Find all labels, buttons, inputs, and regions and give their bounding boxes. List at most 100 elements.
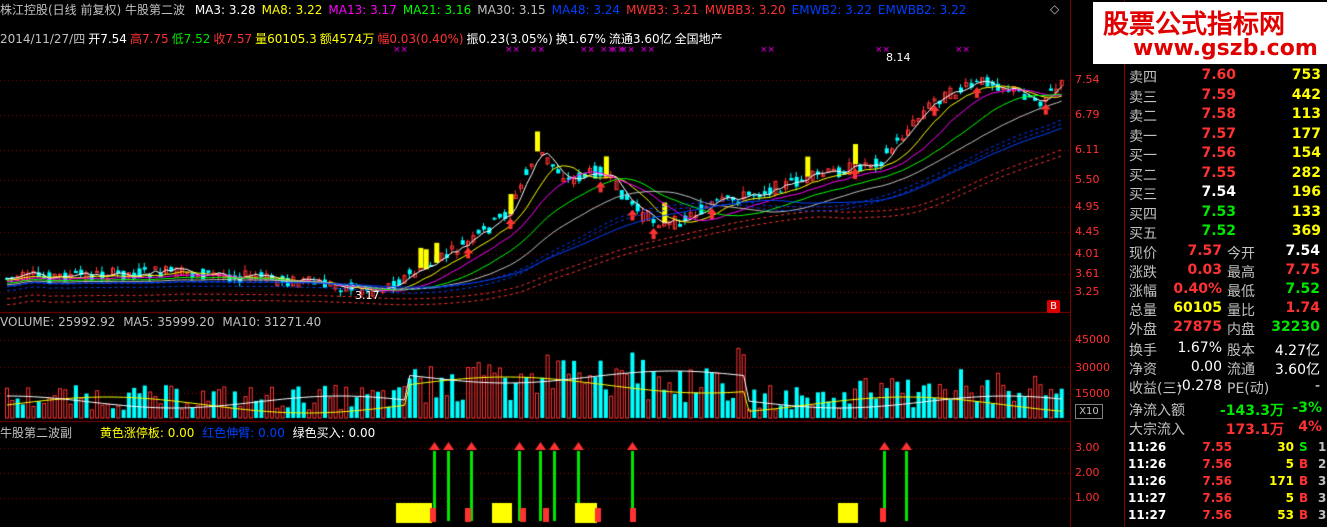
indicator-green: 绿色买入: 0.00 [292, 426, 376, 440]
trade-time: 11:26 [1128, 440, 1167, 454]
quote-turnover: 换1.67% [555, 32, 606, 46]
trade-price: 7.56 [1202, 491, 1232, 505]
flow-row: 大宗流入 173.1万 4% [1124, 419, 1327, 438]
stat-row: 外盘 27875 内盘 32230 [1124, 319, 1327, 338]
flow-value: 173.1万 [1225, 422, 1284, 438]
ask-price: 7.59 [1201, 86, 1236, 103]
flow-percent: -3% [1292, 400, 1322, 416]
stat-label: 今开 [1227, 246, 1255, 262]
ma-label-9: EMWBB2: 3.22 [877, 3, 967, 17]
info-label: 股本 [1227, 343, 1255, 359]
bid-price: 7.54 [1201, 184, 1236, 200]
flow-value: -143.3万 [1219, 403, 1284, 419]
ask-volume: 177 [1291, 125, 1321, 142]
trade-price: 7.56 [1202, 474, 1232, 488]
chart-divider [1070, 0, 1071, 527]
info-value: 3.60亿 [1274, 362, 1320, 378]
info-label: 换手 [1129, 343, 1157, 359]
quote-sector: 全国地产 [674, 32, 723, 46]
trade-volume: 5 [1285, 491, 1294, 505]
indicator-name: 牛股第二波副 [0, 426, 73, 440]
trade-row: 11:26 7.55 30 S 1 [1124, 440, 1327, 457]
ma-label-3: MA21: 3.16 [402, 3, 472, 17]
ask-price: 7.60 [1201, 67, 1236, 83]
quote-low: 低7.52 [171, 32, 211, 46]
stat-value: 27875 [1173, 319, 1222, 335]
volume-legend: VOLUME: 25992.92 MA5: 35999.20 MA10: 312… [0, 315, 321, 329]
stat-value: 7.54 [1285, 243, 1320, 259]
ma-label-4: MA30: 3.15 [477, 3, 546, 17]
trade-price: 7.55 [1202, 440, 1232, 454]
ask-row[interactable]: 卖一 7.57 177 [1124, 126, 1327, 145]
kline-chart[interactable] [0, 0, 1070, 527]
bid-row[interactable]: 买四 7.53 133 [1124, 204, 1327, 223]
info-value: 1.67% [1177, 340, 1222, 356]
trade-count: 3 [1318, 508, 1327, 522]
bid-row[interactable]: 买一 7.56 154 [1124, 145, 1327, 164]
trade-time: 11:26 [1128, 474, 1167, 488]
bid-row[interactable]: 买五 7.52 369 [1124, 223, 1327, 242]
ask-volume: 753 [1291, 67, 1321, 83]
stat-value: 1.74 [1285, 300, 1320, 316]
trade-volume: 171 [1268, 474, 1294, 488]
price-axis-tick: 6.79 [1075, 108, 1100, 121]
trade-count: 2 [1318, 457, 1327, 471]
price-axis-tick: 3.61 [1075, 267, 1100, 280]
trade-count: 3 [1318, 474, 1327, 488]
bid-label: 买二 [1129, 167, 1157, 184]
info-value: 4.27亿 [1274, 343, 1320, 359]
stat-label: 现价 [1129, 246, 1157, 262]
stat-value: 7.52 [1285, 281, 1320, 297]
bid-price: 7.52 [1201, 223, 1236, 239]
ma-label-2: MA13: 3.17 [328, 3, 397, 17]
ask-price: 7.58 [1201, 106, 1236, 122]
ind-axis-2: 2.00 [1075, 466, 1100, 479]
quote-amount: 额4574万 [319, 32, 375, 46]
bid-volume: 282 [1291, 164, 1321, 181]
high-label: 8.14 [886, 51, 911, 64]
brand-url: www.gszb.com [1133, 36, 1318, 61]
stat-row: 现价 7.57 今开 7.54 [1124, 243, 1327, 262]
ask-row[interactable]: 卖二 7.58 113 [1124, 106, 1327, 125]
buy-badge[interactable]: B [1047, 300, 1060, 313]
trade-side: B [1299, 491, 1309, 505]
trade-time: 11:27 [1128, 508, 1167, 522]
stock-title: 株江控股(日线 前复权) 牛股第二波 [0, 3, 185, 17]
ask-row[interactable]: 卖三 7.59 442 [1124, 87, 1327, 106]
info-row: 换手 1.67% 股本 4.27亿 [1124, 340, 1327, 359]
price-axis-tick: 4.95 [1075, 200, 1100, 213]
ask-row[interactable]: 卖四 7.60 753 [1124, 67, 1327, 86]
collapse-icon[interactable]: ◇ [1050, 2, 1059, 16]
stat-value: 60105 [1173, 300, 1222, 316]
info-label: 净资 [1129, 362, 1157, 378]
ma-label-1: MA8: 3.22 [261, 3, 323, 17]
quote-amplitude: 振0.23(3.05%) [466, 32, 553, 46]
trade-count: 1 [1318, 440, 1327, 454]
bid-volume: 133 [1291, 203, 1321, 220]
volume-unit-button[interactable]: X10 [1075, 404, 1103, 419]
trade-side: B [1299, 474, 1309, 488]
flow-label: 净流入额 [1129, 403, 1185, 419]
bid-label: 买五 [1129, 226, 1157, 242]
stat-label: 最低 [1227, 284, 1255, 300]
quote-volume: 量60105.3 [255, 32, 317, 46]
stat-label: 量比 [1227, 303, 1255, 319]
stat-row: 涨幅 0.40% 最低 7.52 [1124, 281, 1327, 300]
quote-panel: 卖四 7.60 753 卖三 7.59 442 卖二 7.58 113 卖一 7… [1124, 0, 1327, 527]
stat-label: 最高 [1227, 265, 1255, 281]
trade-volume: 5 [1285, 457, 1294, 471]
chart-header: 株江控股(日线 前复权) 牛股第二波 MA3: 3.28 MA8: 3.22 MA1… [0, 1, 978, 17]
quote-high: 高7.75 [129, 32, 169, 46]
low-label: 3.17 [355, 289, 380, 302]
info-row: 收益(三) -0.278 PE(动) - [1124, 378, 1327, 397]
bid-row[interactable]: 买二 7.55 282 [1124, 165, 1327, 184]
price-axis-tick: 5.50 [1075, 173, 1100, 186]
trade-side: B [1299, 508, 1309, 522]
trade-volume: 30 [1277, 440, 1294, 454]
info-row: 净资 0.00 流通 3.60亿 [1124, 359, 1327, 378]
volume-value: VOLUME: 25992.92 [0, 315, 116, 329]
bid-row[interactable]: 买三 7.54 196 [1124, 184, 1327, 203]
quote-line: 2014/11/27/四 开7.54 高7.75 低7.52 收7.57 量60105.3… [0, 30, 726, 47]
ma-label-0: MA3: 3.28 [194, 3, 256, 17]
volume-ma10: MA10: 31271.40 [222, 315, 322, 329]
